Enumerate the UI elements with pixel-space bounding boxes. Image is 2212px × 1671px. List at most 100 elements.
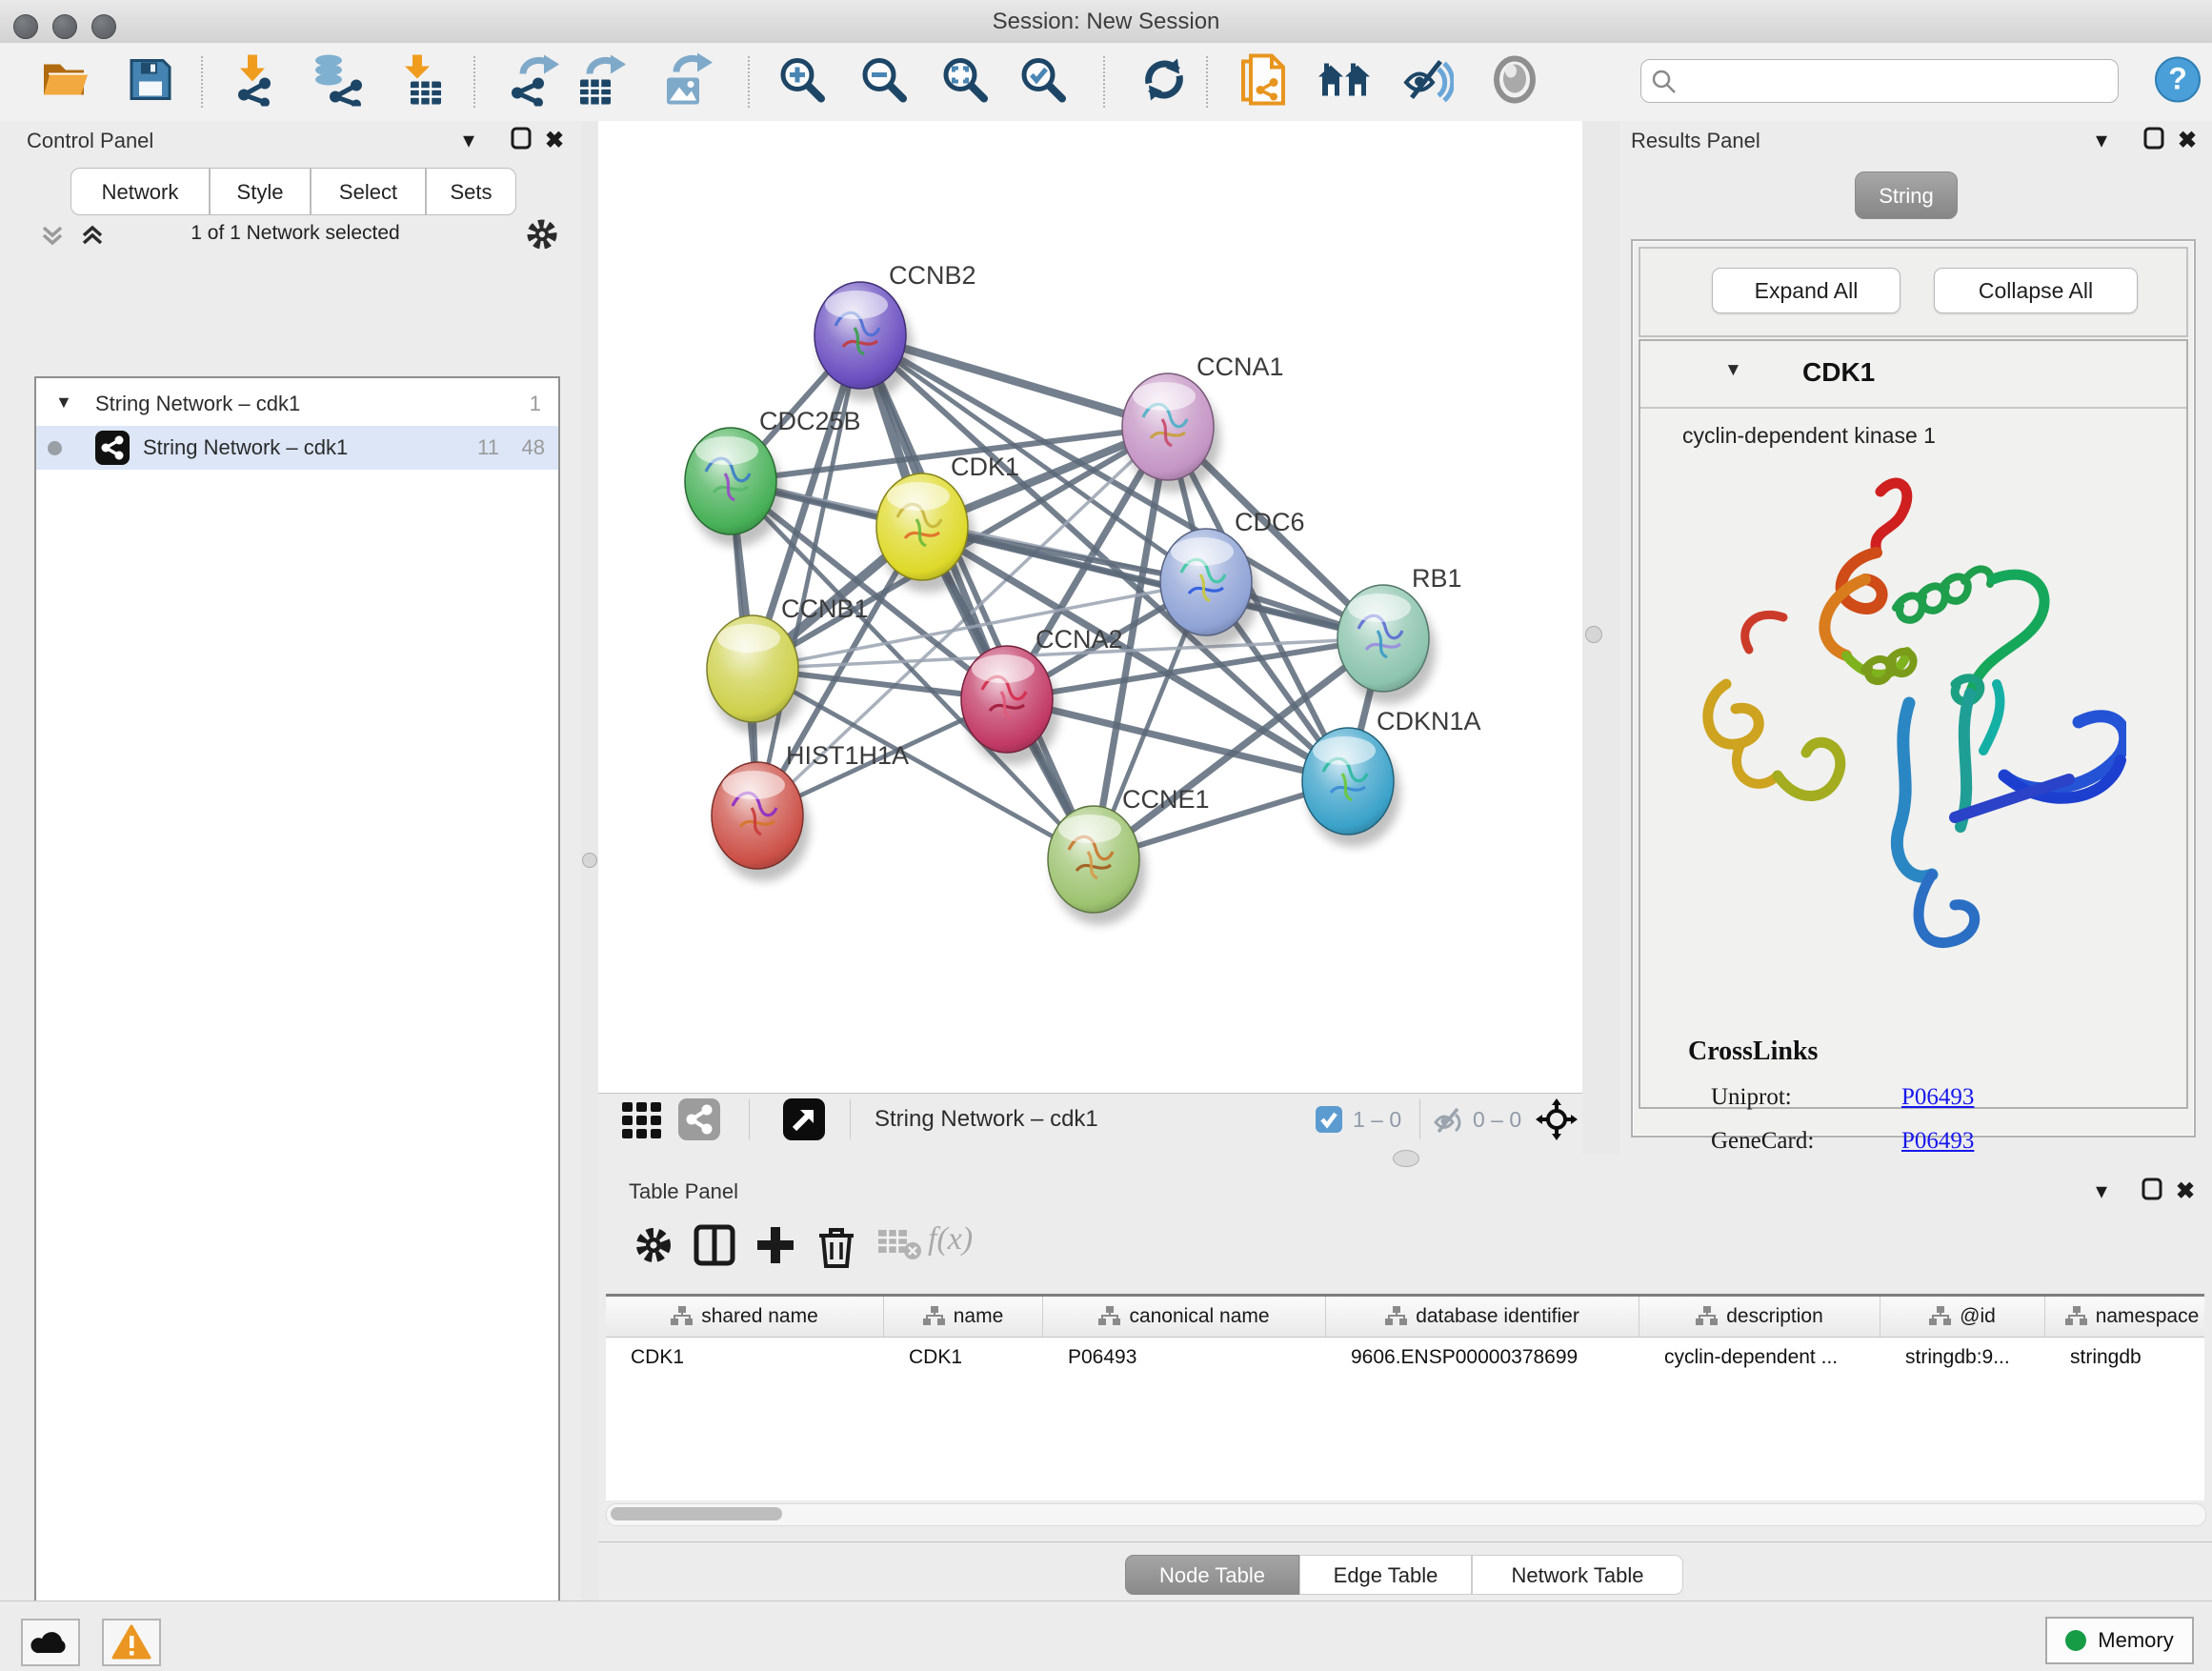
node-label-HIST1H1A: HIST1H1A <box>786 741 909 770</box>
crosslink-link[interactable]: P06493 <box>1901 1128 1974 1155</box>
column-header-canonical-name[interactable]: canonical name <box>1043 1297 1326 1337</box>
column-header-database-identifier[interactable]: database identifier <box>1326 1297 1639 1337</box>
save-session-icon[interactable] <box>129 58 172 107</box>
column-header--id[interactable]: @id <box>1880 1297 2045 1337</box>
refresh-icon[interactable] <box>1139 55 1189 110</box>
close-panel-icon[interactable]: ✖ <box>2176 1178 2195 1205</box>
close-panel-icon[interactable]: ✖ <box>2178 127 2197 154</box>
table-cell[interactable]: CDK1 <box>606 1337 884 1379</box>
expand-all-networks-icon[interactable] <box>78 220 107 253</box>
column-header-description[interactable]: description <box>1639 1297 1880 1337</box>
table-cell[interactable]: stringdb <box>2045 1337 2212 1379</box>
network-options-gear-icon[interactable] <box>524 216 560 257</box>
edge-CCNB2-CCNE1[interactable] <box>860 335 1094 859</box>
detail-orb-icon[interactable] <box>1491 56 1538 109</box>
column-header-namespace[interactable]: namespace <box>2045 1297 2212 1337</box>
zoom-fit-icon[interactable] <box>940 55 990 110</box>
collapse-all-networks-icon[interactable] <box>38 220 67 253</box>
tab-network-table[interactable]: Network Table <box>1472 1555 1683 1595</box>
node-CCNA1[interactable]: CCNA1 <box>1122 352 1284 493</box>
export-network-icon[interactable] <box>510 53 561 111</box>
share-view-icon[interactable] <box>678 1098 720 1140</box>
left-splitter[interactable] <box>581 121 598 1601</box>
export-table-icon[interactable] <box>576 53 628 111</box>
tab-select[interactable]: Select <box>311 168 426 215</box>
node-CDC25B[interactable]: CDC25B <box>685 407 861 547</box>
node-CDKN1A[interactable]: CDKN1A <box>1302 707 1481 847</box>
horizontal-splitter[interactable] <box>598 1145 1582 1172</box>
left-splitter-handle[interactable] <box>582 853 597 868</box>
section-collapse-icon[interactable]: ▼ <box>1724 360 1742 381</box>
network-canvas[interactable]: CCNB2CCNA1CDC25BCDK1CDC6RB1CCNB1CCNA2CDK… <box>598 121 1583 1093</box>
column-header-name[interactable]: name <box>884 1297 1043 1337</box>
zoom-selected-icon[interactable] <box>1018 55 1068 110</box>
network-row[interactable]: String Network – cdk1 11 48 <box>36 426 558 470</box>
float-panel-icon[interactable]: ▾ <box>463 127 474 154</box>
open-in-window-icon[interactable] <box>783 1098 825 1140</box>
tab-edge-table[interactable]: Edge Table <box>1299 1555 1472 1595</box>
table-cell[interactable]: P06493 <box>1043 1337 1326 1379</box>
table-cell[interactable]: 9606.ENSP00000378699 <box>1326 1337 1639 1379</box>
float-panel-icon[interactable]: ▾ <box>2096 127 2107 154</box>
import-network-file-icon[interactable] <box>231 53 280 111</box>
network-edge-count: 48 <box>522 426 545 470</box>
column-header-shared-name[interactable]: shared name <box>606 1297 884 1337</box>
table-horizontal-scrollbar[interactable] <box>606 1503 2206 1526</box>
import-table-icon[interactable] <box>399 53 447 111</box>
delete-table-icon[interactable] <box>876 1224 922 1267</box>
expand-all-button[interactable]: Expand All <box>1712 268 1900 313</box>
node-table: shared namenamecanonical namedatabase id… <box>606 1294 2204 1500</box>
search-input[interactable] <box>1683 64 2106 96</box>
zoom-out-icon[interactable] <box>859 55 909 110</box>
right-splitter-handle[interactable] <box>1585 626 1602 643</box>
collection-expander-icon[interactable]: ▼ <box>55 380 72 424</box>
add-column-icon[interactable] <box>754 1224 796 1271</box>
node-HIST1H1A[interactable]: HIST1H1A <box>712 741 909 881</box>
undock-panel-icon[interactable] <box>511 127 532 156</box>
cloud-status-button[interactable] <box>21 1619 80 1666</box>
tab-node-table[interactable]: Node Table <box>1125 1555 1299 1595</box>
undock-panel-icon[interactable] <box>2143 127 2164 156</box>
document-share-icon[interactable] <box>1239 52 1291 112</box>
scrollbar-thumb[interactable] <box>611 1507 782 1520</box>
tab-style[interactable]: Style <box>210 168 311 215</box>
network-graph[interactable]: CCNB2CCNA1CDC25BCDK1CDC6RB1CCNB1CCNA2CDK… <box>598 121 1582 1093</box>
gene-section-header[interactable]: ▼ CDK1 <box>1640 341 2186 409</box>
export-image-icon[interactable] <box>663 53 714 111</box>
right-splitter[interactable] <box>1582 121 1619 1155</box>
float-panel-icon[interactable]: ▾ <box>2096 1178 2107 1205</box>
table-cell[interactable]: stringdb:9... <box>1880 1337 2045 1379</box>
tab-network[interactable]: Network <box>70 168 210 215</box>
node-CCNB2[interactable]: CCNB2 <box>814 261 976 401</box>
grid-view-icon[interactable] <box>621 1101 663 1144</box>
import-network-database-icon[interactable] <box>312 53 366 111</box>
tab-sets[interactable]: Sets <box>426 168 516 215</box>
node-RB1[interactable]: RB1 <box>1337 564 1462 704</box>
selected-checkbox-icon[interactable] <box>1315 1105 1343 1138</box>
memory-button[interactable]: Memory <box>2045 1617 2194 1664</box>
columns-icon[interactable] <box>694 1224 735 1271</box>
network-collection-row[interactable]: ▼ String Network – cdk1 1 <box>36 382 558 426</box>
collapse-all-button[interactable]: Collapse All <box>1934 268 2138 313</box>
hidden-eye-icon[interactable] <box>1433 1105 1465 1140</box>
function-builder-icon[interactable]: f(x) <box>928 1221 973 1258</box>
zoom-in-icon[interactable] <box>777 55 827 110</box>
crosslink-link[interactable]: P06493 <box>1901 1084 1974 1111</box>
home-network-icon[interactable] <box>1317 58 1372 107</box>
crosslink-label: Uniprot: <box>1711 1084 1792 1111</box>
help-icon[interactable]: ? <box>2154 56 2202 109</box>
close-panel-icon[interactable]: ✖ <box>545 127 564 154</box>
delete-column-icon[interactable] <box>815 1224 857 1275</box>
search-field <box>1640 59 2119 103</box>
show-hide-icon[interactable] <box>1402 56 1454 109</box>
table-cell[interactable]: CDK1 <box>884 1337 1043 1379</box>
reset-zoom-crosshair-icon[interactable] <box>1536 1098 1578 1145</box>
table-cell[interactable]: cyclin-dependent ... <box>1639 1337 1880 1379</box>
tab-string[interactable]: String <box>1855 171 1958 219</box>
warning-status-button[interactable] <box>102 1619 161 1666</box>
undock-panel-icon[interactable] <box>2142 1178 2162 1207</box>
gear-icon[interactable] <box>633 1224 674 1271</box>
horizontal-splitter-handle[interactable] <box>1393 1150 1419 1167</box>
network-view-title: String Network – cdk1 <box>875 1106 1098 1133</box>
open-session-icon[interactable] <box>41 59 89 106</box>
